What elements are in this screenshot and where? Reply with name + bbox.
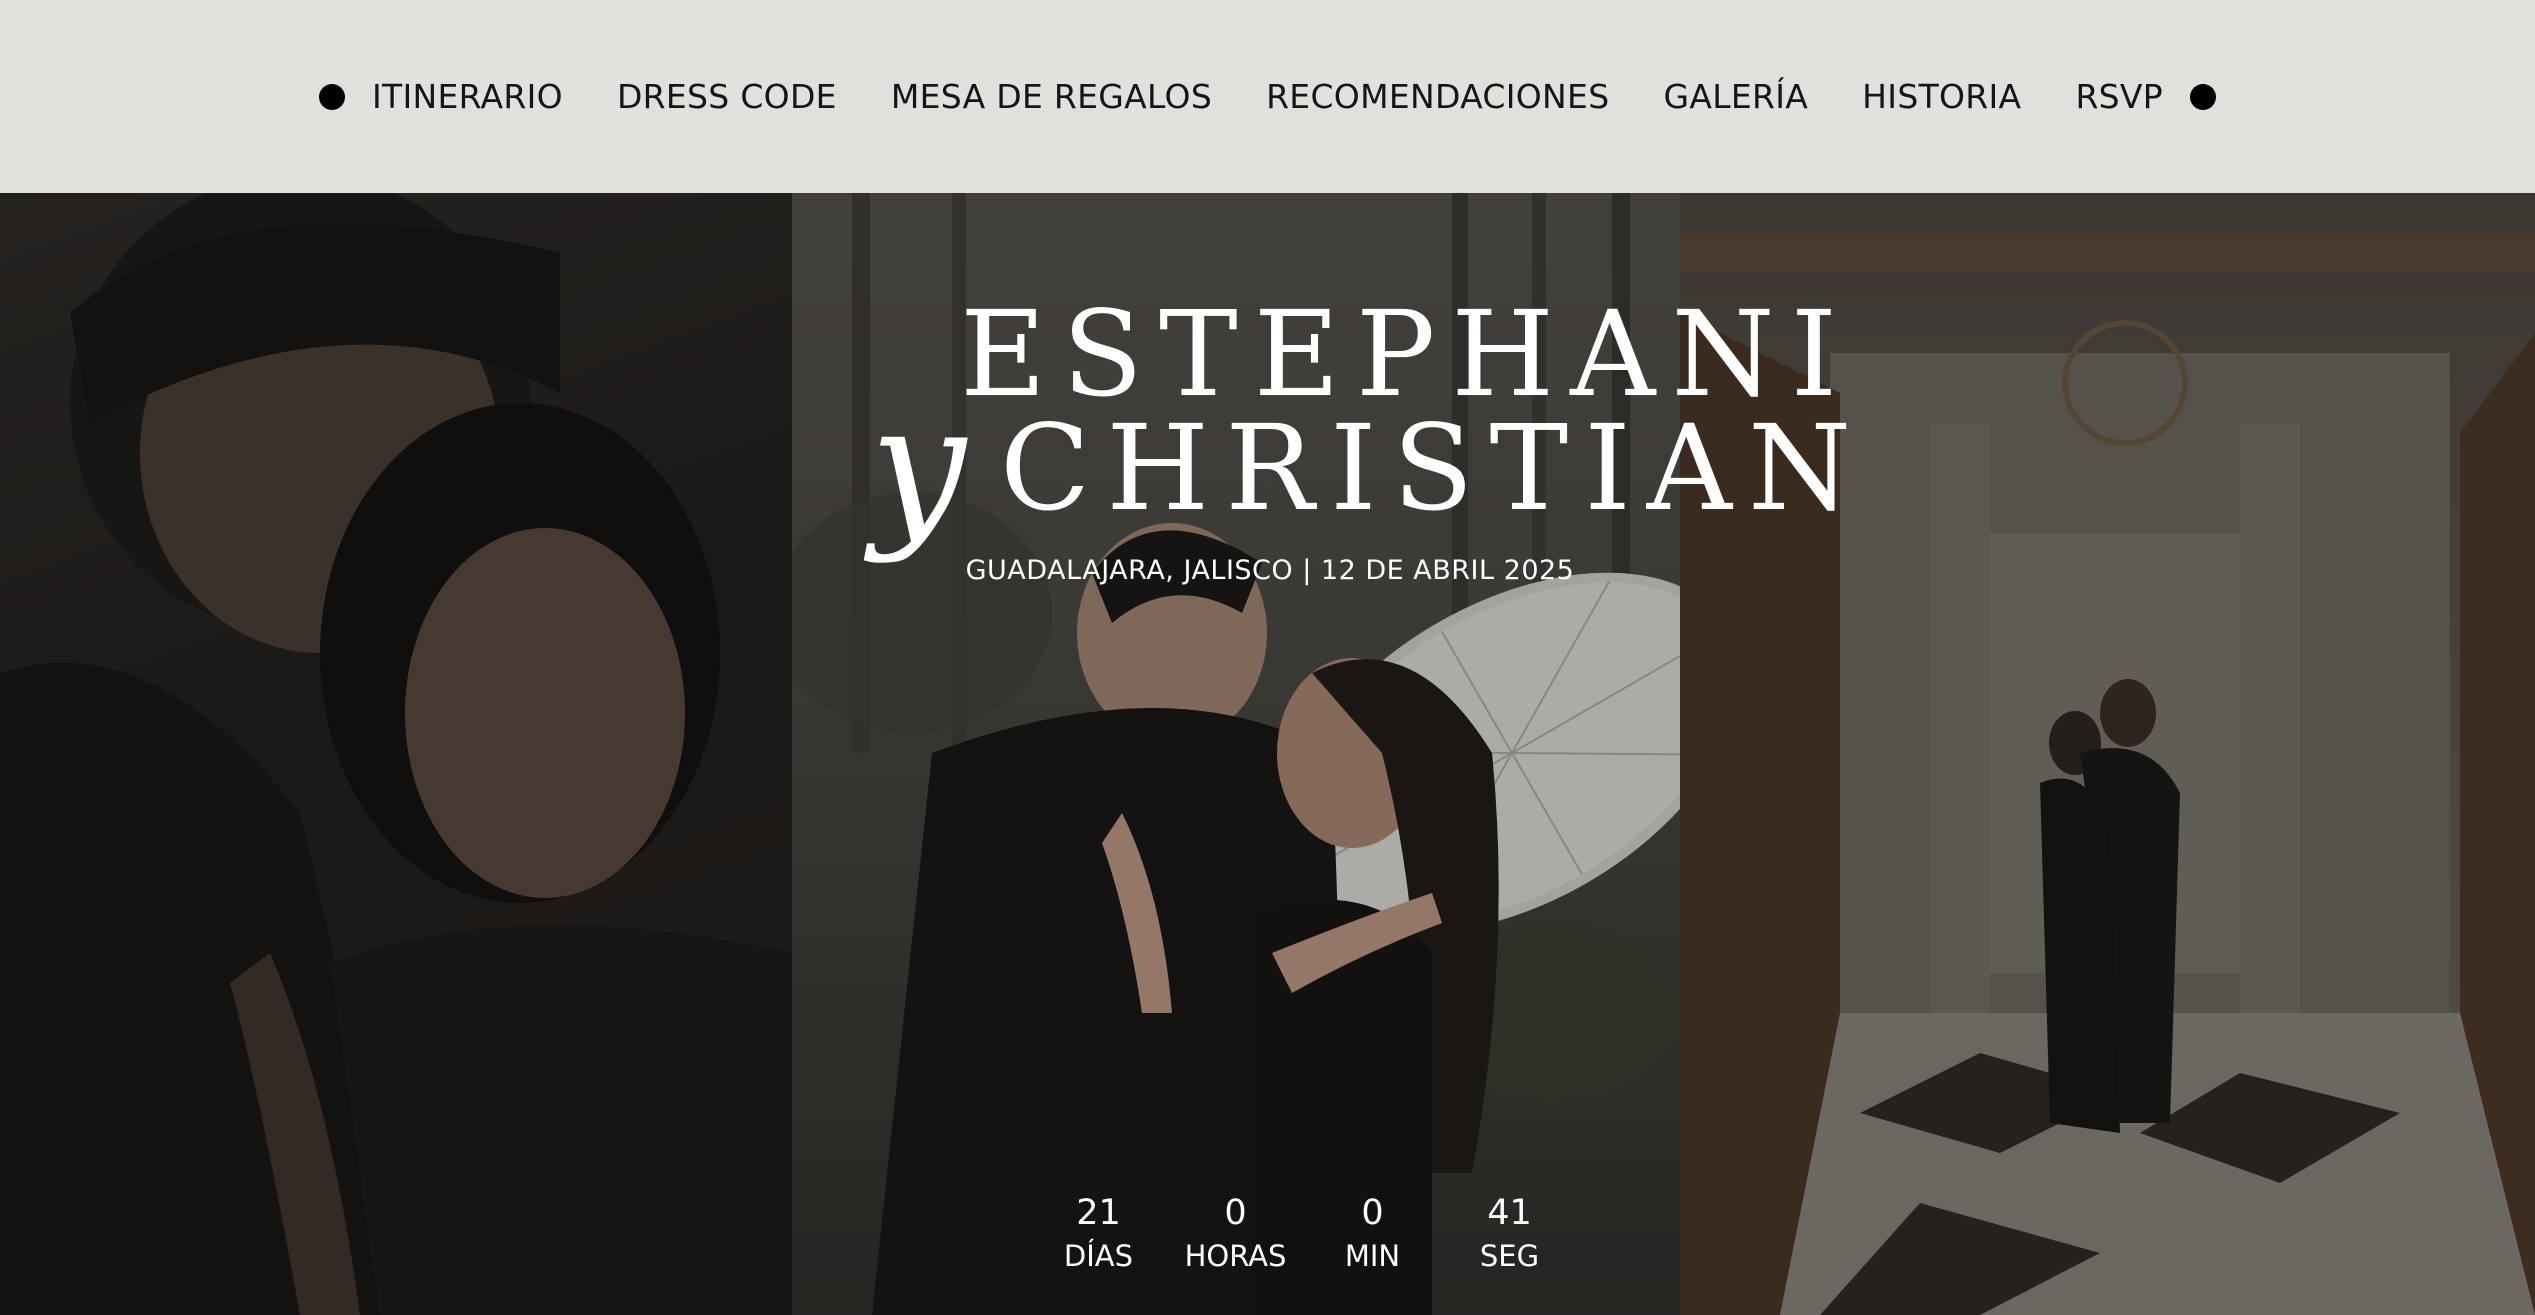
countdown-days: 21 DÍAS <box>1030 1191 1167 1277</box>
countdown-days-value: 21 <box>1076 1193 1121 1233</box>
countdown-hours: 0 HORAS <box>1167 1191 1304 1277</box>
groom-name: CHRISTIAN <box>1000 399 1868 537</box>
nav-item-historia[interactable]: HISTORIA <box>1835 77 2048 116</box>
countdown-minutes-label: MIN <box>1344 1239 1401 1273</box>
nav-item-rsvp[interactable]: RSVP <box>2048 77 2190 116</box>
nav-dot-left-icon <box>318 83 345 110</box>
nav-item-galeria[interactable]: GALERÍA <box>1636 77 1835 116</box>
countdown-hours-label: HORAS <box>1184 1239 1287 1273</box>
countdown-days-label: DÍAS <box>1063 1239 1134 1273</box>
countdown-hours-value: 0 <box>1224 1193 1247 1233</box>
countdown-seconds: 41 SEG <box>1441 1191 1578 1277</box>
nav-item-dress-code[interactable]: DRESS CODE <box>590 77 864 116</box>
nav-item-mesa-de-regalos[interactable]: MESA DE REGALOS <box>864 77 1239 116</box>
top-navigation: ITINERARIO DRESS CODE MESA DE REGALOS RE… <box>0 0 2535 193</box>
nav-dot-right-icon <box>2190 83 2216 110</box>
nav-menu: ITINERARIO DRESS CODE MESA DE REGALOS RE… <box>318 77 2216 116</box>
event-location-date: GUADALAJARA, JALISCO | 12 DE ABRIL 2025 <box>965 555 1575 586</box>
connector-y: y <box>870 368 967 566</box>
nav-item-itinerario[interactable]: ITINERARIO <box>345 77 590 116</box>
countdown-minutes-value: 0 <box>1361 1193 1384 1233</box>
countdown-seconds-value: 41 <box>1487 1193 1532 1233</box>
countdown-minutes: 0 MIN <box>1304 1191 1441 1277</box>
countdown-seconds-label: SEG <box>1479 1239 1540 1273</box>
countdown-timer: 21 DÍAS 0 HORAS 0 MIN 41 SEG <box>1030 1191 1578 1277</box>
hero-section: ESTEPHANI y CHRISTIAN GUADALAJARA, JALIS… <box>0 193 2535 1315</box>
nav-item-recomendaciones[interactable]: RECOMENDACIONES <box>1239 77 1636 116</box>
